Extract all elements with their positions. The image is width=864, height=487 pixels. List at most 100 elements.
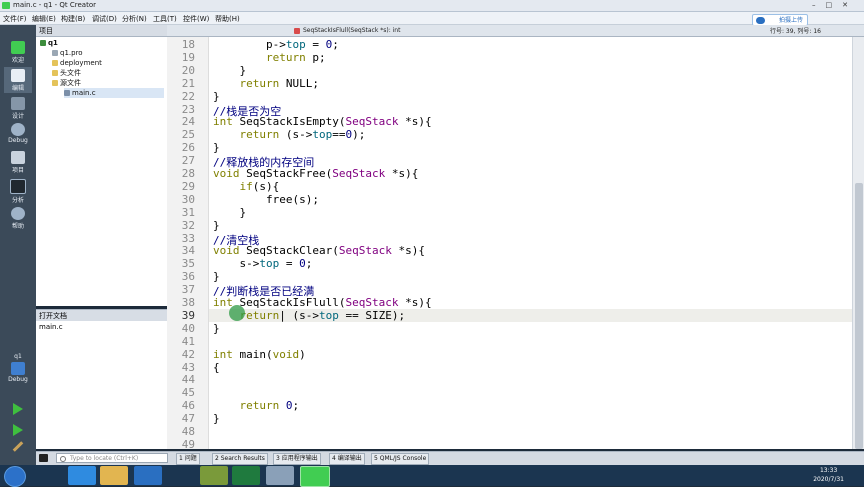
line-number: 22 [181,89,195,103]
project-icon [40,40,46,46]
code-line[interactable]: return 0; [213,399,300,412]
menu-bar: 文件(F) 编辑(E) 构建(B) 调试(D) 分析(N) 工具(T) 控件(W… [0,12,864,25]
function-selector[interactable]: SeqStackIsFlull(SeqStack *s): int [303,27,400,34]
code-line[interactable]: p->top = 0; [213,38,339,51]
pane-qml-console[interactable]: 5 QML/JS Console [371,453,430,465]
monitor-icon [11,362,25,375]
tree-item-sources[interactable]: 源文件 [52,78,81,88]
mode-debug[interactable]: Debug [4,121,32,147]
open-docs-title: 打开文档 [39,312,67,320]
pane-app-output[interactable]: 3 应用程序输出 [273,453,321,465]
code-line[interactable]: free(s); [213,193,319,206]
menu-build[interactable]: 构建(B) [61,14,85,24]
folder-icon [52,60,58,66]
menu-controls[interactable]: 控件(W) [183,14,209,24]
mode-design[interactable]: 设计 [4,95,32,121]
code-line[interactable]: return (s->top==0); [213,128,366,141]
line-number-gutter: 18 19 20 21 22 23 24 25 26 27 28 29 30 31 32 33 34 35 36 37… [167,37,209,451]
mode-projects[interactable]: 项目 [4,149,32,175]
code-line[interactable]: void SeqStackFree(SeqStack *s){ [213,167,418,180]
app-icon[interactable] [200,466,228,485]
code-editor[interactable]: p->top = 0; return p; } return NULL;}//栈… [209,37,852,449]
kit-project-label: q1 [14,353,22,360]
debug-run-icon [13,424,23,436]
code-line[interactable]: } [213,141,220,154]
line-number: 48 [181,425,195,438]
code-line[interactable]: int SeqStackIsFlull(SeqStack *s){ [213,296,432,309]
open-doc-item[interactable]: main.c [39,322,63,332]
tree-item-deployment[interactable]: deployment [52,58,102,68]
explorer-folder-icon[interactable] [100,466,128,485]
debug-run-button[interactable] [4,421,32,439]
menu-help[interactable]: 帮助(H) [215,14,240,24]
tree-item-project[interactable]: q1 [40,38,58,48]
line-number: 30 [181,192,195,206]
code-line[interactable]: return p; [213,51,326,64]
code-line[interactable]: } [213,270,220,283]
tree-item-pro[interactable]: q1.pro [52,48,83,58]
start-button[interactable] [4,466,26,487]
line-number: 23 [181,102,195,116]
code-line[interactable]: } [213,219,220,232]
ie-icon[interactable] [68,466,96,485]
edit-document-icon [11,69,25,82]
build-button[interactable] [4,441,32,460]
tree-item-headers[interactable]: 头文件 [52,68,81,78]
code-line[interactable]: int SeqStackIsEmpty(SeqStack *s){ [213,115,432,128]
line-number: 21 [181,76,195,90]
code-line[interactable]: { [213,361,220,374]
pane-search-results[interactable]: 2 Search Results [212,453,268,465]
toggle-sidebar-icon[interactable] [39,454,48,462]
code-line[interactable]: int main(void) [213,348,306,361]
editor-scrollbar[interactable] [852,37,864,449]
code-line[interactable]: } [213,206,246,219]
menu-file[interactable]: 文件(F) [3,14,27,24]
line-number: 44 [181,373,195,387]
mode-analyze[interactable]: 分析 [4,177,32,204]
minimize-icon[interactable]: – [812,1,826,9]
line-number: 43 [181,360,195,374]
cursor-position: 行号: 39, 列号: 16 [770,26,821,35]
design-icon [11,97,25,110]
code-line[interactable]: void SeqStackClear(SeqStack *s){ [213,244,425,257]
locator-input[interactable]: Type to locate (Ctrl+K) [56,453,168,463]
mode-edit[interactable]: 编辑 [4,67,32,93]
code-line[interactable]: if(s){ [213,180,280,193]
line-number: 42 [181,347,195,361]
code-line[interactable]: return NULL; [213,77,320,90]
code-line[interactable]: } [213,322,220,335]
line-number: 24 [181,115,195,129]
run-button[interactable] [4,400,32,418]
mode-label: 欢迎 [11,57,24,64]
scrollbar-thumb[interactable] [855,183,863,449]
close-icon[interactable]: ✕ [842,1,858,9]
code-line[interactable]: s->top = 0; [213,257,312,270]
code-line[interactable]: } [213,90,220,103]
project-wrench-icon [11,151,25,164]
excel-icon[interactable] [232,466,260,485]
pane-issues[interactable]: 1 问题 [176,453,200,465]
line-number: 29 [181,179,195,193]
mode-help[interactable]: 帮助 [4,205,32,231]
editor-toolbar: SeqStackIsFlull(SeqStack *s): int [167,25,864,37]
pane-compile-output[interactable]: 4 编译输出 [329,453,365,465]
paint-icon[interactable] [266,466,294,485]
maximize-icon[interactable]: □ [826,1,843,9]
menu-debug[interactable]: 调试(D) [92,14,117,24]
line-number: 28 [181,167,195,180]
code-line[interactable]: } [213,64,246,77]
menu-edit[interactable]: 编辑(E) [32,14,56,24]
code-line[interactable]: } [213,412,220,425]
baidu-cloud-icon[interactable] [134,466,162,485]
kit-selector[interactable]: q1 Debug [4,353,32,389]
line-number: 18 [181,38,195,51]
window-controls[interactable]: –□✕ [812,1,858,9]
mode-welcome[interactable]: 欢迎 [4,39,32,65]
line-number: 40 [181,321,195,335]
menu-analyze[interactable]: 分析(N) [122,14,147,24]
menu-tools[interactable]: 工具(T) [153,14,177,24]
qt-creator-taskbar-icon[interactable] [300,466,330,487]
line-number: 36 [181,270,195,284]
tree-item-main-c[interactable]: main.c [64,88,164,98]
open-docs-list: main.c [36,321,167,449]
